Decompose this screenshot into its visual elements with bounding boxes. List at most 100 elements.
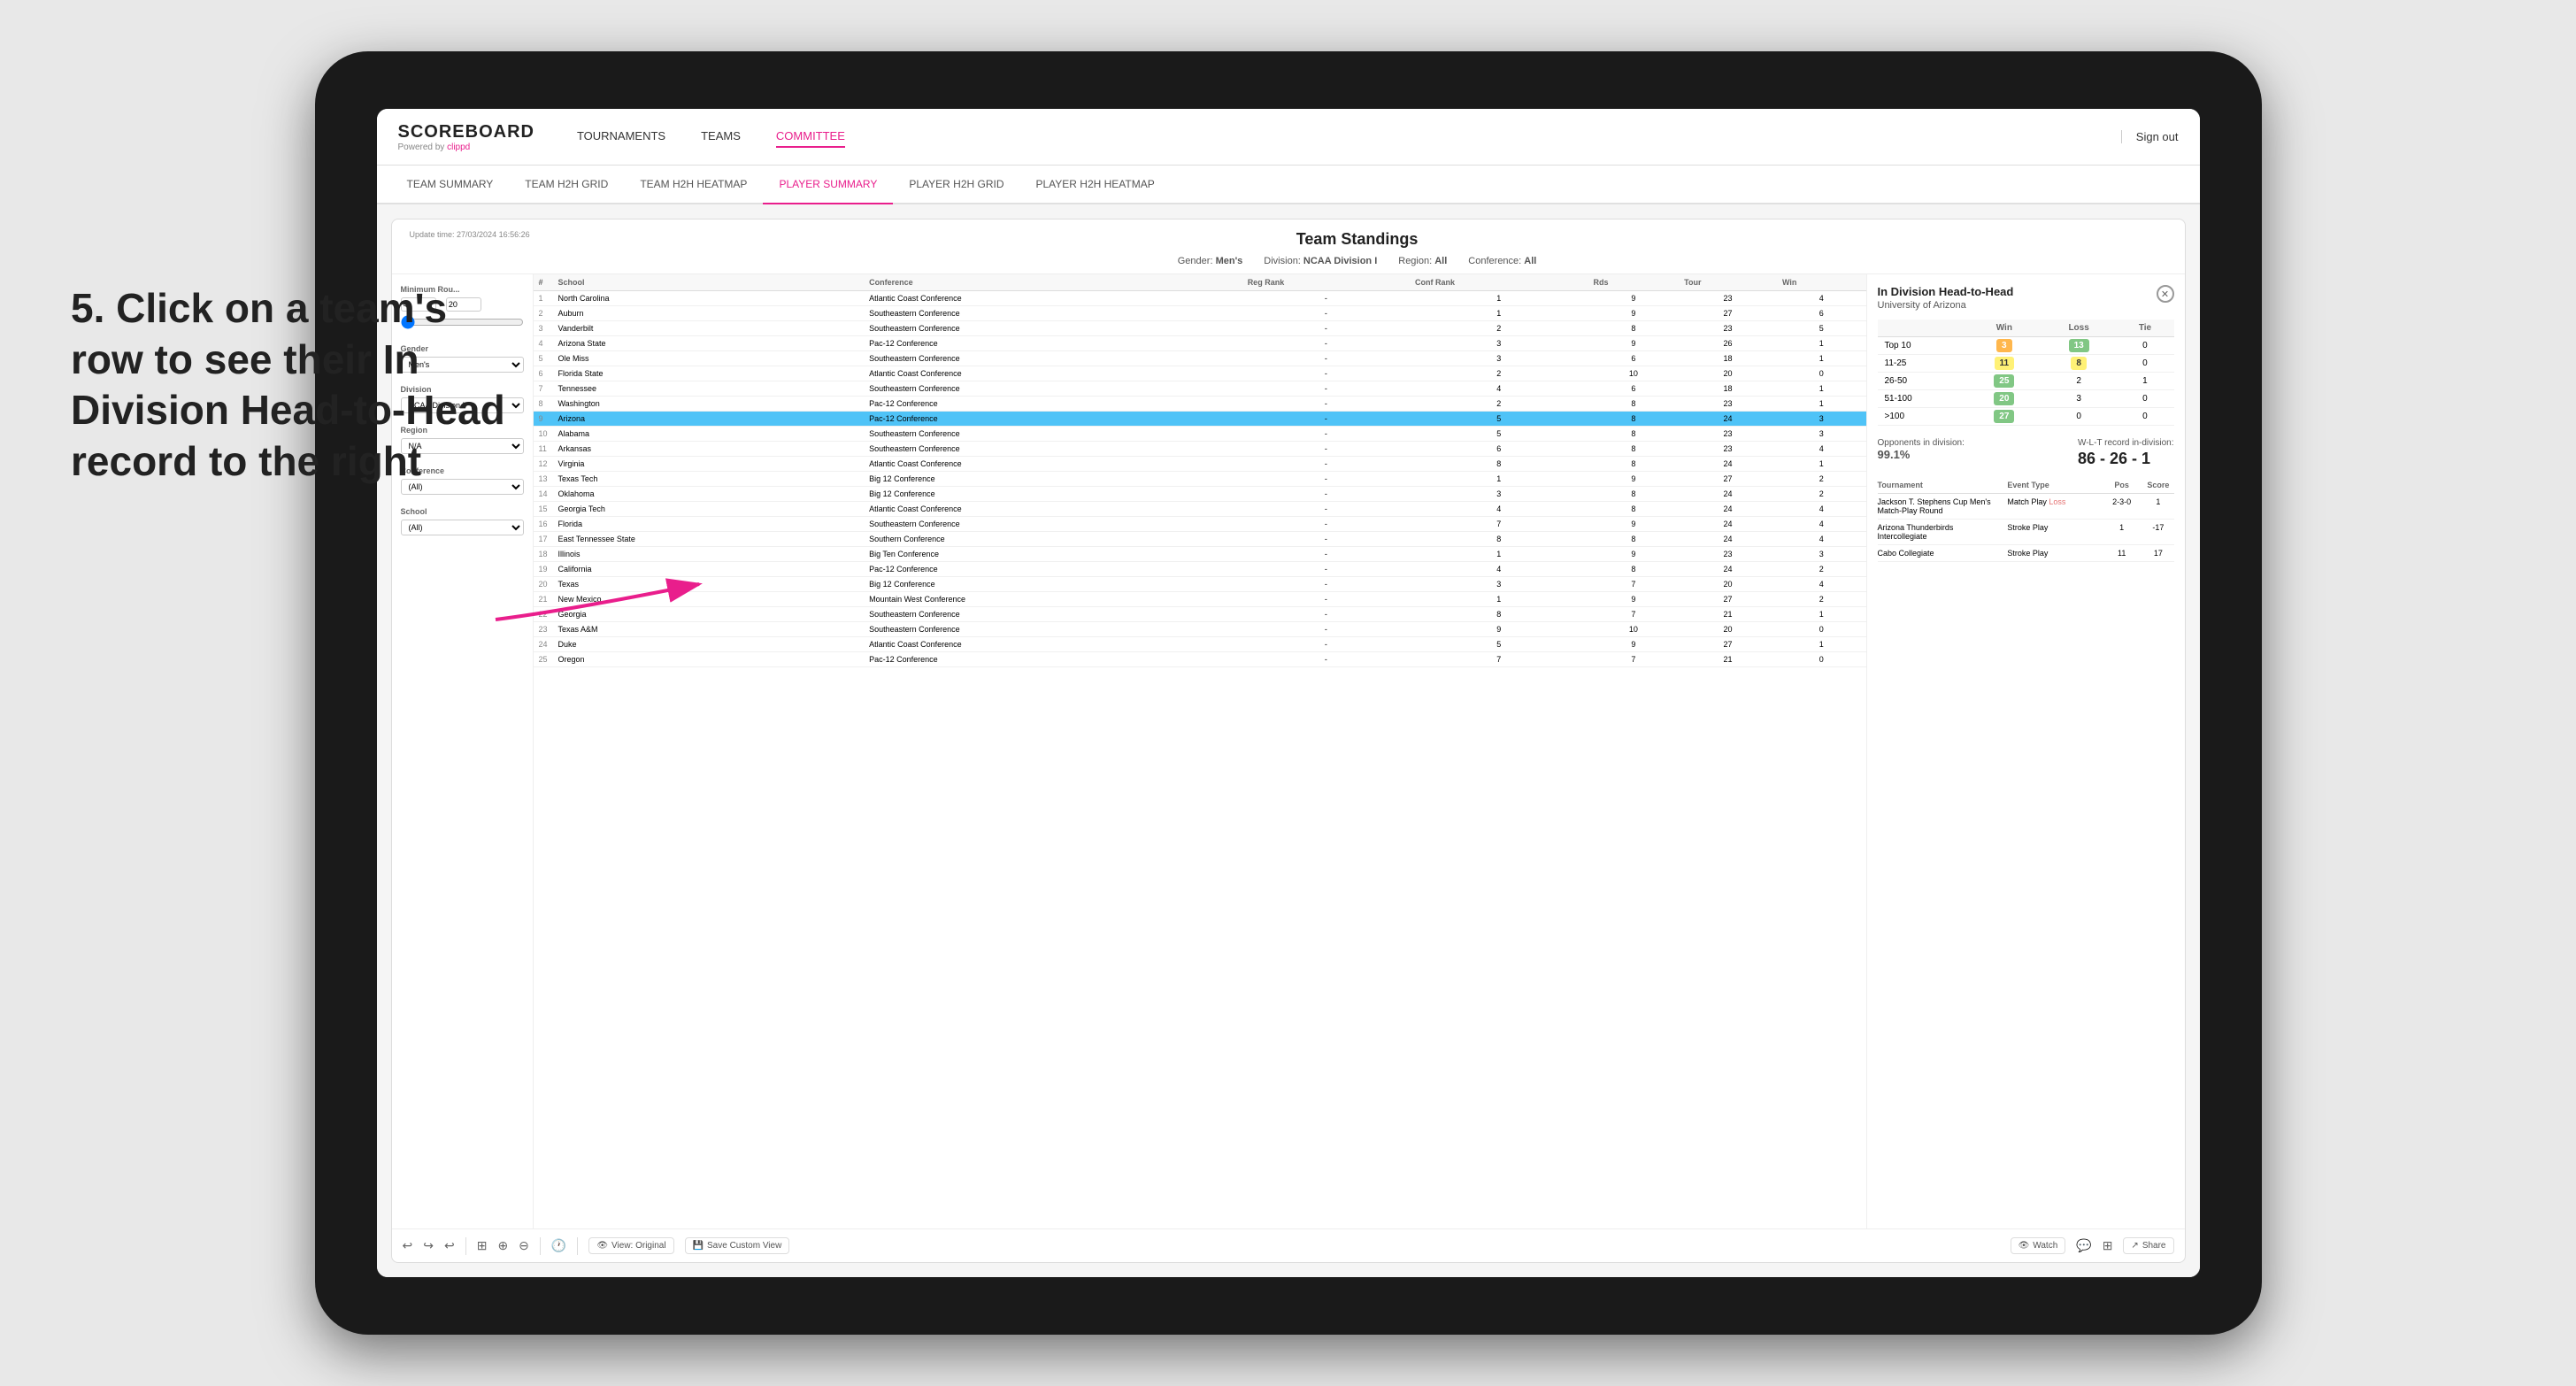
h2h-school: University of Arizona (1878, 300, 2014, 311)
max-rounds-input[interactable] (446, 297, 481, 312)
toolbar-sep-1 (465, 1237, 466, 1255)
table-row[interactable]: 1 North Carolina Atlantic Coast Conferen… (534, 291, 1866, 306)
tournament-row: Arizona Thunderbirds Intercollegiate Str… (1878, 520, 2174, 545)
table-row[interactable]: 5 Ole Miss Southeastern Conference - 3 6… (534, 351, 1866, 366)
table-row[interactable]: 19 California Pac-12 Conference - 4 8 24… (534, 562, 1866, 577)
cell-conference: Atlantic Coast Conference (864, 502, 1242, 517)
cell-win: 1 (1777, 457, 1866, 472)
cell-win: 4 (1777, 291, 1866, 306)
table-row[interactable]: 8 Washington Pac-12 Conference - 2 8 23 … (534, 397, 1866, 412)
tab-player-h2h-heatmap[interactable]: PLAYER H2H HEATMAP (1020, 166, 1171, 204)
scoreboard-toolbar: ↩ ↪ ↩ ⊞ ⊕ ⊖ 🕐 👁 View: Original 💾 (392, 1228, 2185, 1262)
nav-teams[interactable]: TEAMS (701, 126, 741, 148)
scoreboard-title: Team Standings (548, 230, 2167, 249)
cell-rank: 14 (534, 487, 553, 502)
table-row[interactable]: 22 Georgia Southeastern Conference - 8 7… (534, 607, 1866, 622)
cell-win: 0 (1777, 622, 1866, 637)
gender-filter: Gender: Men's (1178, 256, 1243, 266)
cell-rds: 8 (1588, 502, 1680, 517)
h2h-close-button[interactable]: ✕ (2157, 285, 2174, 303)
plus-icon[interactable]: ⊕ (497, 1238, 508, 1253)
share-button[interactable]: ↗ Share (2123, 1237, 2173, 1254)
school-select[interactable]: (All) (401, 520, 524, 535)
table-row[interactable]: 17 East Tennessee State Southern Confere… (534, 532, 1866, 547)
cell-conf-rank: 1 (1410, 472, 1588, 487)
table-row[interactable]: 18 Illinois Big Ten Conference - 1 9 23 … (534, 547, 1866, 562)
table-row[interactable]: 15 Georgia Tech Atlantic Coast Conferenc… (534, 502, 1866, 517)
cell-rank: 20 (534, 577, 553, 592)
tourn-col-event: Event Type (2007, 481, 2101, 489)
table-row[interactable]: 4 Arizona State Pac-12 Conference - 3 9 … (534, 336, 1866, 351)
clock-icon[interactable]: 🕐 (551, 1238, 566, 1253)
nav-committee[interactable]: COMMITTEE (776, 126, 845, 148)
cell-tour: 26 (1679, 336, 1777, 351)
conference-select[interactable]: (All) (401, 479, 524, 495)
tab-team-summary[interactable]: TEAM SUMMARY (391, 166, 510, 204)
cell-rank: 12 (534, 457, 553, 472)
tourn-col-score: Score (2142, 481, 2173, 489)
sign-out-link[interactable]: Sign out (2121, 130, 2179, 143)
table-row[interactable]: 11 Arkansas Southeastern Conference - 6 … (534, 442, 1866, 457)
cell-conf-rank: 9 (1410, 622, 1588, 637)
table-row[interactable]: 24 Duke Atlantic Coast Conference - 5 9 … (534, 637, 1866, 652)
tab-player-summary[interactable]: PLAYER SUMMARY (763, 166, 893, 204)
table-row[interactable]: 20 Texas Big 12 Conference - 3 7 20 4 (534, 577, 1866, 592)
cell-conf-rank: 6 (1410, 442, 1588, 457)
gender-select[interactable]: Men's Women's (401, 357, 524, 373)
tournament-header: Tournament Event Type Pos Score (1878, 477, 2174, 494)
table-row[interactable]: 21 New Mexico Mountain West Conference -… (534, 592, 1866, 607)
cell-conf-rank: 3 (1410, 336, 1588, 351)
cell-rds: 7 (1588, 652, 1680, 667)
table-row[interactable]: 2 Auburn Southeastern Conference - 1 9 2… (534, 306, 1866, 321)
nav-tournaments[interactable]: TOURNAMENTS (577, 126, 665, 148)
table-row[interactable]: 14 Oklahoma Big 12 Conference - 3 8 24 2 (534, 487, 1866, 502)
cell-reg-rank: - (1242, 532, 1410, 547)
tourn-name-3: Cabo Collegiate (1878, 549, 2003, 558)
cell-conference: Southeastern Conference (864, 351, 1242, 366)
region-select[interactable]: N/A All (401, 438, 524, 454)
redo-icon[interactable]: ↪ (423, 1238, 434, 1253)
table-row[interactable]: 10 Alabama Southeastern Conference - 5 8… (534, 427, 1866, 442)
table-row[interactable]: 23 Texas A&M Southeastern Conference - 9… (534, 622, 1866, 637)
share-label: Share (2142, 1241, 2166, 1251)
minus-icon[interactable]: ⊖ (519, 1238, 529, 1253)
cell-win: 2 (1777, 487, 1866, 502)
forward-icon[interactable]: ↩ (444, 1238, 455, 1253)
tab-player-h2h-grid[interactable]: PLAYER H2H GRID (893, 166, 1019, 204)
cell-rds: 8 (1588, 532, 1680, 547)
table-row[interactable]: 6 Florida State Atlantic Coast Conferenc… (534, 366, 1866, 381)
tourn-name-2: Arizona Thunderbirds Intercollegiate (1878, 523, 2003, 541)
cell-reg-rank: - (1242, 442, 1410, 457)
table-row[interactable]: 12 Virginia Atlantic Coast Conference - … (534, 457, 1866, 472)
table-row[interactable]: 16 Florida Southeastern Conference - 7 9… (534, 517, 1866, 532)
undo-icon[interactable]: ↩ (403, 1238, 413, 1253)
cell-reg-rank: - (1242, 351, 1410, 366)
tab-team-h2h-heatmap[interactable]: TEAM H2H HEATMAP (624, 166, 763, 204)
cell-reg-rank: - (1242, 397, 1410, 412)
share-icon-small[interactable]: ⊞ (2103, 1238, 2113, 1253)
opponents-stats: Opponents in division: 99.1% W-L-T recor… (1878, 438, 2174, 468)
cell-tour: 20 (1679, 622, 1777, 637)
tab-team-h2h-grid[interactable]: TEAM H2H GRID (509, 166, 624, 204)
table-row[interactable]: 7 Tennessee Southeastern Conference - 4 … (534, 381, 1866, 397)
min-rounds-input[interactable] (401, 297, 436, 312)
division-select[interactable]: NCAA Division I NCAA Division II NCAA Di… (401, 397, 524, 413)
cell-win: 4 (1777, 502, 1866, 517)
view-original-button[interactable]: 👁 View: Original (588, 1237, 673, 1254)
save-custom-view-button[interactable]: 💾 Save Custom View (685, 1237, 790, 1254)
h2h-win-51100: 20 (1967, 390, 2042, 408)
table-row[interactable]: 13 Texas Tech Big 12 Conference - 1 9 27… (534, 472, 1866, 487)
cell-reg-rank: - (1242, 592, 1410, 607)
table-row[interactable]: 25 Oregon Pac-12 Conference - 7 7 21 0 (534, 652, 1866, 667)
cell-conference: Southeastern Conference (864, 442, 1242, 457)
cell-school: Georgia (553, 607, 865, 622)
cell-school: Tennessee (553, 381, 865, 397)
comment-icon[interactable]: 💬 (2076, 1238, 2091, 1253)
watch-button[interactable]: 👁 Watch (2011, 1237, 2066, 1254)
crop-icon[interactable]: ⊞ (477, 1238, 488, 1253)
rounds-slider[interactable] (401, 315, 524, 329)
table-row[interactable]: 9 Arizona Pac-12 Conference - 5 8 24 3 (534, 412, 1866, 427)
table-row[interactable]: 3 Vanderbilt Southeastern Conference - 2… (534, 321, 1866, 336)
cell-rds: 9 (1588, 291, 1680, 306)
cell-win: 1 (1777, 351, 1866, 366)
